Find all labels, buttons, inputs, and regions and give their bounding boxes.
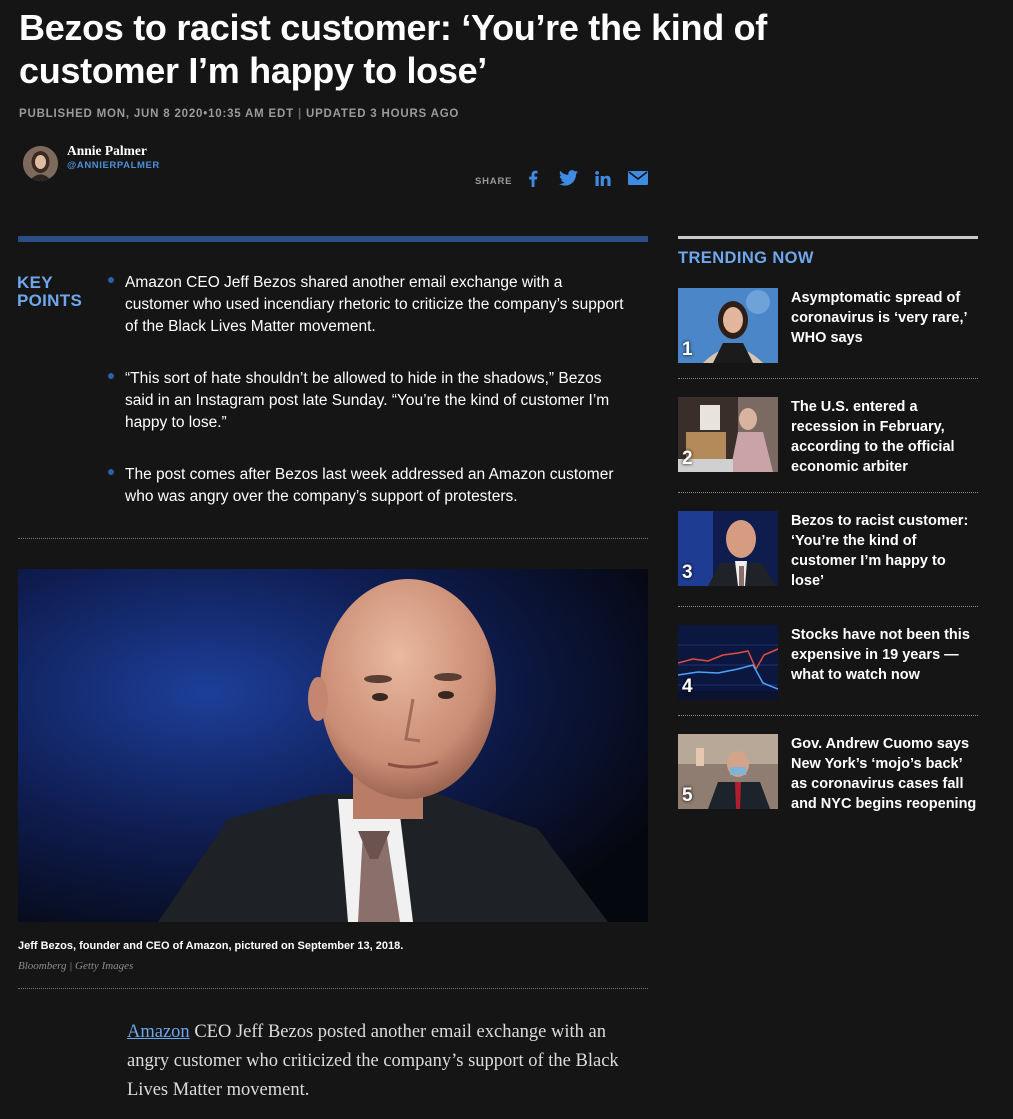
published-date: PUBLISHED MON, JUN 8 2020•10:35 AM EDT <box>19 108 294 120</box>
bullet-icon <box>108 373 114 379</box>
trending-divider <box>678 492 978 493</box>
article-timestamp: PUBLISHED MON, JUN 8 2020•10:35 AM EDT | U… <box>19 108 459 120</box>
article-headline: Bezos to racist customer: ‘You’re the ki… <box>19 7 767 91</box>
trending-divider <box>678 378 978 379</box>
article-body-paragraph: Amazon CEO Jeff Bezos posted another ema… <box>127 1018 637 1105</box>
trending-headline[interactable]: Bezos to racist customer: ‘You’re the ki… <box>791 511 979 591</box>
trending-thumbnail[interactable]: 2 <box>678 397 778 472</box>
photo-credit: Bloomberg | Getty Images <box>18 960 134 972</box>
trending-rank: 5 <box>682 785 693 806</box>
paragraph-text: CEO Jeff Bezos posted another email exch… <box>127 1022 619 1100</box>
twitter-icon[interactable] <box>557 168 579 188</box>
photo-caption: Jeff Bezos, founder and CEO of Amazon, p… <box>18 940 404 952</box>
trending-divider <box>678 715 978 716</box>
linkedin-icon[interactable] <box>594 168 612 188</box>
key-point: Amazon CEO Jeff Bezos shared another ema… <box>125 274 624 335</box>
trending-rank: 1 <box>682 339 693 360</box>
amazon-link[interactable]: Amazon <box>127 1022 190 1042</box>
trending-thumbnail[interactable]: 5 <box>678 734 778 809</box>
section-divider <box>18 538 648 539</box>
facebook-icon[interactable] <box>526 168 540 188</box>
key-point: The post comes after Bezos last week add… <box>125 466 614 505</box>
bullet-icon <box>108 469 114 475</box>
author-name[interactable]: Annie Palmer <box>67 143 147 159</box>
trending-divider <box>678 606 978 607</box>
email-icon[interactable] <box>627 168 649 188</box>
trending-item[interactable]: 3 Bezos to racist customer: ‘You’re the … <box>678 511 978 589</box>
trending-title: TRENDING NOW <box>678 249 814 267</box>
trending-rule <box>678 236 978 239</box>
trending-headline[interactable]: The U.S. entered a recession in February… <box>791 397 979 477</box>
author-twitter-handle[interactable]: @ANNIERPALMER <box>67 160 160 171</box>
trending-rank: 3 <box>682 562 693 583</box>
section-divider <box>18 988 648 989</box>
trending-thumbnail[interactable]: 3 <box>678 511 778 586</box>
trending-thumbnail[interactable]: 1 <box>678 288 778 363</box>
updated-time: UPDATED 3 HOURS AGO <box>305 108 460 120</box>
timestamp-divider: | <box>297 108 302 120</box>
trending-item[interactable]: 5 Gov. Andrew Cuomo says New York’s ‘moj… <box>678 734 978 834</box>
trending-rank: 2 <box>682 448 693 469</box>
trending-rank: 4 <box>682 676 693 697</box>
article-divider-rule <box>18 236 648 242</box>
key-point: “This sort of hate shouldn’t be allowed … <box>125 370 610 431</box>
trending-headline[interactable]: Gov. Andrew Cuomo says New York’s ‘mojo’… <box>791 734 979 814</box>
key-points-title: KEY POINTS <box>17 273 83 310</box>
bullet-icon <box>108 277 114 283</box>
share-label: SHARE <box>475 176 513 187</box>
trending-thumbnail[interactable]: 4 <box>678 625 778 700</box>
article-photo[interactable] <box>18 569 648 922</box>
trending-item[interactable]: 1 Asymptomatic spread of coronavirus is … <box>678 288 978 364</box>
trending-headline[interactable]: Stocks have not been this expensive in 1… <box>791 625 979 685</box>
trending-item[interactable]: 4 Stocks have not been this expensive in… <box>678 625 978 701</box>
trending-headline[interactable]: Asymptomatic spread of coronavirus is ‘v… <box>791 288 979 348</box>
author-avatar[interactable] <box>23 146 58 181</box>
trending-item[interactable]: 2 The U.S. entered a recession in Februa… <box>678 397 978 475</box>
